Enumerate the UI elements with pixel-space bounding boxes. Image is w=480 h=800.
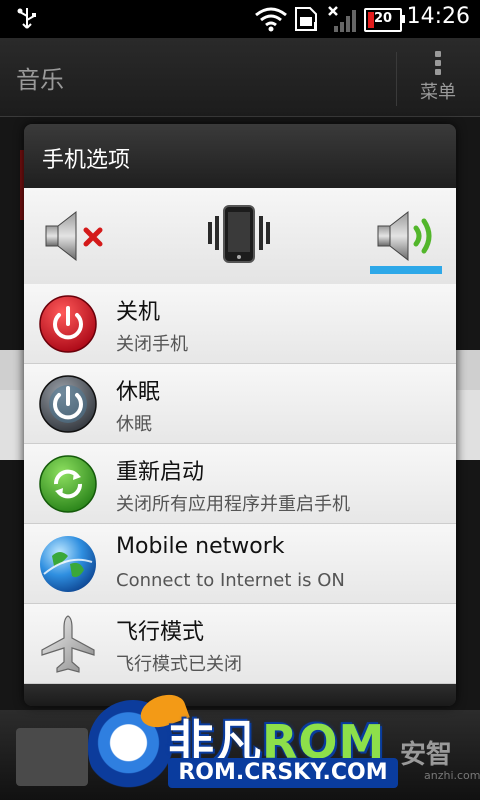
item-subtitle: Connect to Internet is ON	[116, 570, 345, 591]
dialog-header: 手机选项	[24, 124, 456, 188]
wifi-icon	[255, 7, 287, 32]
dialog-title: 手机选项	[42, 148, 131, 173]
battery-icon: 20	[364, 8, 405, 32]
app-title: 音乐	[16, 66, 64, 94]
watermark-anzhi: 安智	[400, 740, 453, 770]
globe-network-icon	[40, 536, 96, 592]
sim-icon	[295, 7, 317, 31]
overflow-menu-icon	[435, 51, 441, 75]
clock: 14:26	[406, 4, 470, 29]
selected-mode-indicator	[370, 266, 442, 274]
usb-icon	[17, 8, 36, 29]
list-item-power-off[interactable]: 关机 关闭手机	[24, 284, 456, 364]
options-list: 关机 关闭手机 休眠 休眠 重新启动 关闭所有应用程序并重启手机 Mobile …	[24, 284, 456, 684]
speaker-icon[interactable]	[374, 204, 444, 266]
app-action-bar: 音乐 菜单	[0, 38, 480, 117]
watermark-anzhi-url: anzhi.com	[424, 769, 480, 782]
album-thumbnail	[16, 728, 88, 786]
no-signal-icon	[328, 6, 356, 32]
item-subtitle: 关闭所有应用程序并重启手机	[116, 494, 350, 515]
list-item-sleep[interactable]: 休眠 休眠	[24, 364, 456, 444]
vibrate-phone-icon[interactable]	[204, 204, 274, 266]
menu-label: 菜单	[420, 82, 456, 103]
item-subtitle: 飞行模式已关闭	[116, 654, 242, 675]
menu-button[interactable]: 菜单	[410, 48, 466, 104]
item-title: 关机	[116, 300, 161, 325]
restart-icon	[39, 455, 97, 513]
item-subtitle: 休眠	[116, 414, 152, 435]
status-bar: 20 14:26	[0, 0, 480, 38]
list-item-mobile-network[interactable]: Mobile network Connect to Internet is ON	[24, 524, 456, 604]
watermark-url: ROM.CRSKY.COM	[168, 758, 398, 788]
sound-mode-selector	[24, 188, 456, 285]
list-item-airplane-mode[interactable]: 飞行模式 飞行模式已关闭	[24, 604, 456, 684]
item-title: 重新启动	[116, 460, 205, 485]
battery-level: 20	[374, 11, 393, 26]
sleep-icon	[39, 375, 97, 433]
phone-options-dialog: 手机选项 关机 关闭手机 休眠 休眠 重新启动 关闭所有应用程序并重启手机 Mo…	[24, 124, 456, 706]
airplane-icon	[41, 615, 95, 673]
item-subtitle: 关闭手机	[116, 334, 188, 355]
item-title: 休眠	[116, 380, 161, 405]
power-off-icon	[39, 295, 97, 353]
divider	[396, 52, 397, 106]
list-item-restart[interactable]: 重新启动 关闭所有应用程序并重启手机	[24, 444, 456, 524]
item-title: Mobile network	[116, 534, 285, 559]
item-title: 飞行模式	[116, 620, 205, 645]
mute-speaker-icon[interactable]	[42, 204, 108, 266]
dialog-footer	[24, 684, 456, 706]
